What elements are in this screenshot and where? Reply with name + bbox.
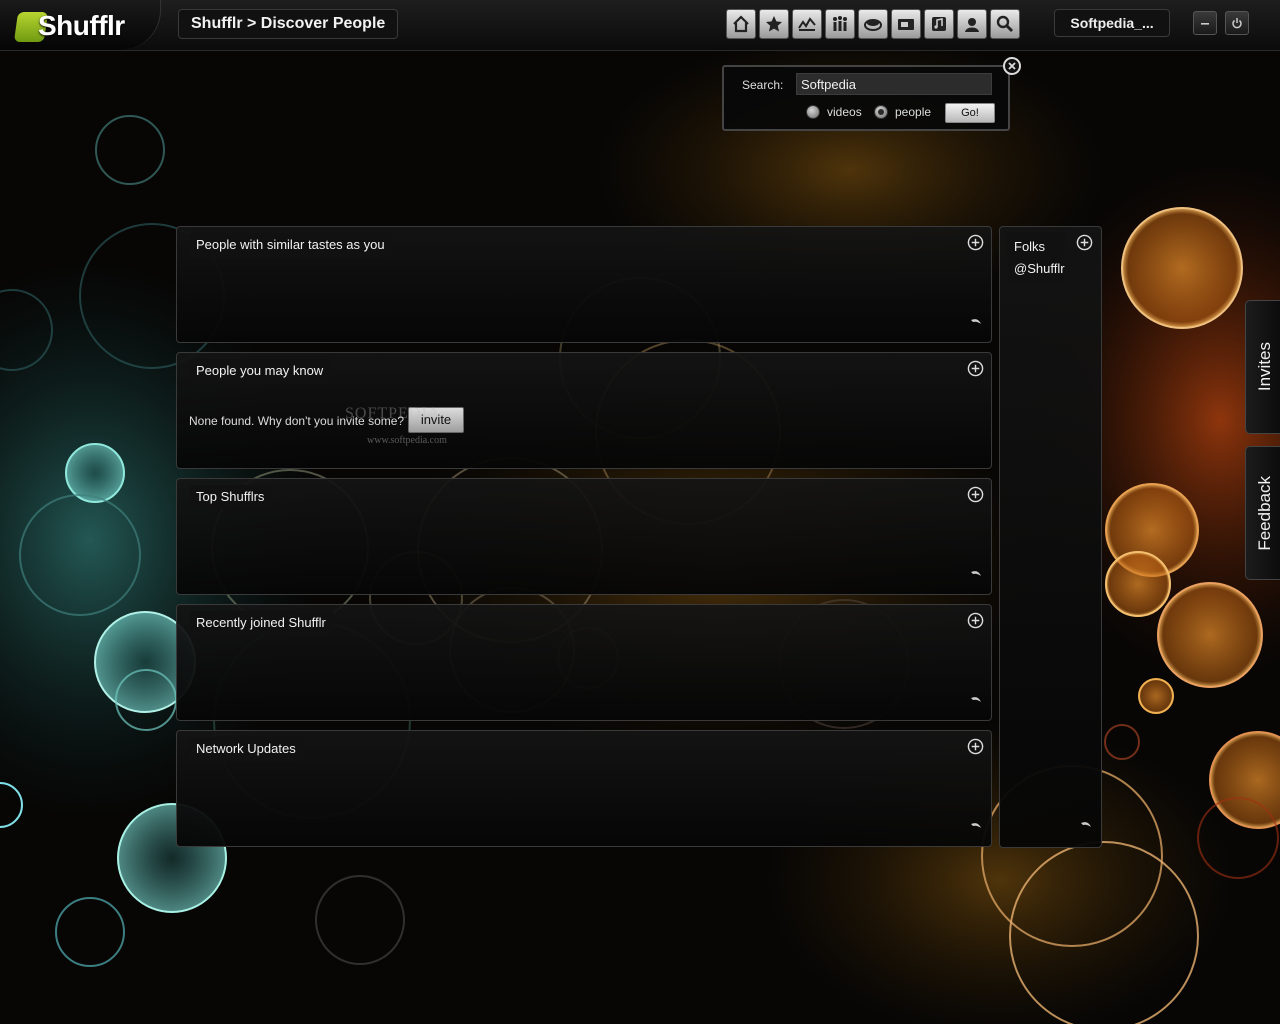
radio-videos-label: videos (827, 105, 862, 119)
people-icon (833, 16, 847, 31)
favorites-button[interactable] (759, 9, 789, 39)
search-button[interactable] (990, 9, 1020, 39)
resize-handle-icon[interactable] (969, 566, 983, 580)
breadcrumb: Shufflr > Discover People (178, 9, 399, 39)
home-button[interactable] (726, 9, 756, 39)
resize-handle-icon[interactable] (969, 818, 983, 832)
music-icon (932, 17, 946, 31)
radio-people-circle[interactable] (874, 105, 888, 119)
logo-text: Shufflr (38, 10, 125, 41)
panel-may-know: People you may know None found. Why don'… (176, 352, 992, 469)
resize-handle-icon[interactable] (969, 314, 983, 328)
search-popup: Search: videos people Go! (722, 65, 1010, 131)
add-icon[interactable] (967, 360, 984, 377)
panel-similar-tastes: People with similar tastes as you (176, 226, 992, 343)
tv-icon (898, 19, 914, 30)
radio-people[interactable]: people (874, 105, 931, 119)
close-app-button[interactable] (1225, 11, 1249, 35)
add-icon[interactable] (1076, 234, 1093, 251)
watermark-url: www.softpedia.com (367, 435, 447, 446)
close-icon (1008, 62, 1016, 70)
minimize-icon (1201, 23, 1209, 25)
panel-title: People you may know (189, 359, 331, 383)
feedback-tab[interactable]: Feedback (1245, 446, 1280, 580)
nav-toolbar (726, 9, 1020, 39)
panel-title: Top Shufflrs (189, 485, 272, 509)
radio-people-label: people (895, 105, 932, 119)
panel-title: Network Updates (189, 737, 303, 761)
search-label: Search: (742, 78, 784, 92)
home-icon (733, 15, 749, 33)
folks-panel: Folks @Shufflr (999, 226, 1102, 848)
add-icon[interactable] (967, 612, 984, 629)
panel-title: Recently joined Shufflr (189, 611, 333, 635)
disc-icon (864, 19, 882, 31)
profile-icon (965, 18, 979, 32)
search-input[interactable] (796, 73, 992, 95)
watermark-logo: SOFTPEDIA (345, 405, 441, 422)
star-icon (766, 16, 782, 32)
profile-button[interactable] (957, 9, 987, 39)
radio-videos-circle[interactable] (806, 105, 820, 119)
add-icon[interactable] (967, 738, 984, 755)
channels-button[interactable] (858, 9, 888, 39)
top-bar: Shufflr Shufflr > Discover People Softpe… (0, 0, 1280, 51)
radio-videos[interactable]: videos (806, 105, 862, 119)
panel-recently-joined: Recently joined Shufflr (176, 604, 992, 721)
add-icon[interactable] (967, 234, 984, 251)
panel-network-updates: Network Updates (176, 730, 992, 847)
folks-item[interactable]: @Shufflr (1014, 258, 1065, 280)
people-button[interactable] (825, 9, 855, 39)
music-button[interactable] (924, 9, 954, 39)
panel-top-shufflrs: Top Shufflrs (176, 478, 992, 595)
trending-icon (798, 17, 816, 31)
resize-handle-icon[interactable] (1079, 817, 1093, 831)
search-icon (996, 15, 1014, 33)
folks-header: Folks @Shufflr (1007, 232, 1065, 282)
search-close-button[interactable] (1003, 57, 1021, 75)
user-account-button[interactable]: Softpedia_... (1054, 9, 1170, 37)
power-icon (1232, 18, 1242, 29)
logo[interactable]: Shufflr (0, 0, 161, 50)
invites-tab-label: Invites (1255, 342, 1274, 392)
add-icon[interactable] (967, 486, 984, 503)
trending-button[interactable] (792, 9, 822, 39)
tv-button[interactable] (891, 9, 921, 39)
panel-title: People with similar tastes as you (189, 233, 392, 257)
feedback-tab-label: Feedback (1255, 475, 1274, 551)
folks-title: Folks (1014, 239, 1046, 254)
invites-tab[interactable]: Invites (1245, 300, 1280, 434)
search-go-button[interactable]: Go! (945, 103, 995, 123)
resize-handle-icon[interactable] (969, 692, 983, 706)
minimize-button[interactable] (1193, 11, 1217, 35)
